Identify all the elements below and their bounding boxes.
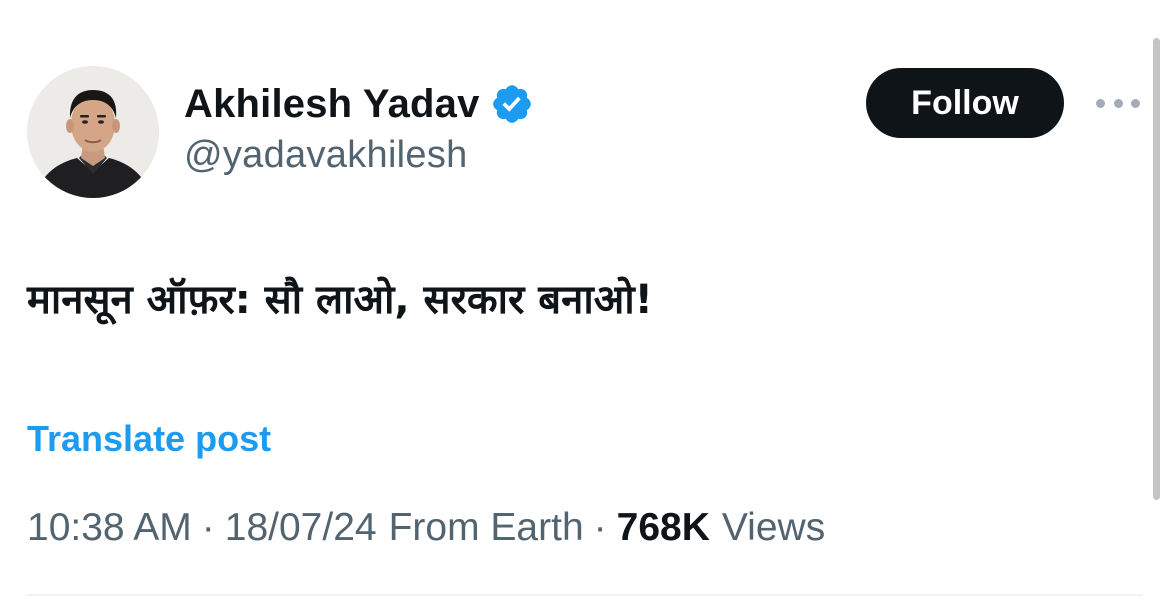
views-count: 768K [616, 506, 710, 549]
author-name-row: Akhilesh Yadav [184, 78, 534, 130]
meta-separator: · [593, 506, 607, 549]
post-source: From Earth [388, 506, 584, 549]
more-options-button[interactable] [1090, 90, 1146, 116]
author-display-name[interactable]: Akhilesh Yadav [184, 82, 480, 127]
meta-separator: · [201, 506, 215, 549]
post-metadata: 10:38 AM · 18/07/24 From Earth · 768K Vi… [27, 506, 825, 550]
more-horizontal-icon-dot [1131, 98, 1140, 108]
scrollbar[interactable] [1153, 38, 1160, 500]
more-horizontal-icon [1096, 98, 1105, 108]
author-handle[interactable]: @yadavakhilesh [184, 134, 468, 177]
profile-photo-icon [27, 66, 159, 198]
post-time[interactable]: 10:38 AM [27, 506, 192, 550]
translate-post-link[interactable]: Translate post [27, 418, 271, 460]
views-label: Views [721, 506, 826, 549]
follow-button[interactable]: Follow [866, 68, 1064, 138]
verified-badge-icon [492, 85, 531, 123]
divider [27, 594, 1143, 596]
tweet-detail: Akhilesh Yadav @yadavakhilesh Follow मान… [0, 0, 1170, 610]
avatar[interactable] [27, 66, 159, 198]
post-text: मानसून ऑफ़र: सौ लाओ, सरकार बनाओ! [27, 277, 653, 323]
post-date[interactable]: 18/07/24 [225, 506, 377, 550]
more-horizontal-icon-dot [1113, 98, 1123, 108]
